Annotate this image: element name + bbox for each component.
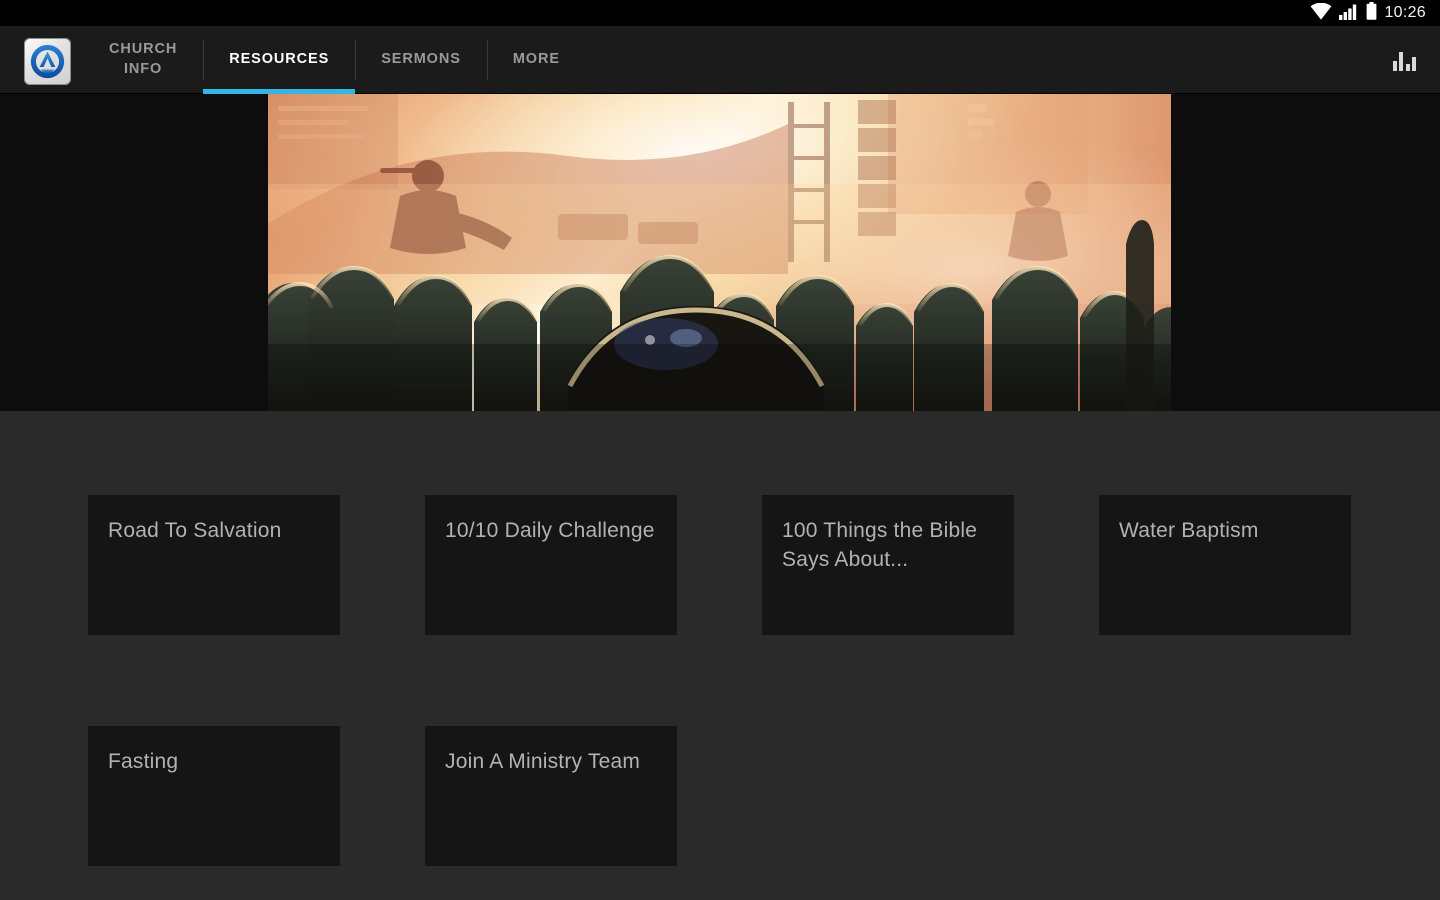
tab-sermons-label: SERMONS xyxy=(381,51,461,68)
status-bar-clock: 10:26 xyxy=(1384,4,1426,21)
tab-church-info[interactable]: CHURCH INFO xyxy=(83,26,203,94)
resource-tile-title: Water Baptism xyxy=(1119,519,1259,542)
hero-image[interactable] xyxy=(268,94,1171,411)
resources-grid: Road To Salvation 10/10 Daily Challenge … xyxy=(88,495,1351,866)
tab-more[interactable]: MORE xyxy=(486,26,586,94)
action-bar-actions xyxy=(1392,26,1440,94)
action-bar: CHURCH INFO RESOURCES SERMONS MORE xyxy=(0,26,1440,94)
resource-tile-join-a-ministry-team[interactable]: Join A Ministry Team xyxy=(425,726,677,866)
bar-chart-icon[interactable] xyxy=(1392,50,1416,71)
app-logo-icon[interactable] xyxy=(24,38,71,85)
tab-church-info-line1: CHURCH xyxy=(109,41,178,58)
resource-tile-road-to-salvation[interactable]: Road To Salvation xyxy=(88,495,340,635)
wifi-icon xyxy=(1310,2,1332,25)
hero-band xyxy=(0,94,1440,411)
status-bar: 10:26 xyxy=(0,0,1440,26)
battery-icon xyxy=(1366,1,1377,25)
tab-more-label: MORE xyxy=(512,51,560,68)
resources-content: Road To Salvation 10/10 Daily Challenge … xyxy=(0,411,1440,900)
tab-bar: CHURCH INFO RESOURCES SERMONS MORE xyxy=(83,26,586,94)
resource-tile-title: 100 Things the Bible Says About... xyxy=(782,519,978,571)
resource-tile-fasting[interactable]: Fasting xyxy=(88,726,340,866)
cellular-signal-icon xyxy=(1339,3,1359,25)
resource-tile-10-10-daily-challenge[interactable]: 10/10 Daily Challenge xyxy=(425,495,677,635)
resource-tile-water-baptism[interactable]: Water Baptism xyxy=(1099,495,1351,635)
resource-tile-title: Road To Salvation xyxy=(108,519,282,542)
tab-resources-label: RESOURCES xyxy=(229,51,330,68)
resource-tile-title: Join A Ministry Team xyxy=(445,750,641,773)
tab-sermons[interactable]: SERMONS xyxy=(355,26,487,94)
resource-tile-100-things-the-bible-says-about[interactable]: 100 Things the Bible Says About... xyxy=(762,495,1014,635)
resource-tile-title: 10/10 Daily Challenge xyxy=(445,519,655,542)
resource-tile-title: Fasting xyxy=(108,750,179,773)
status-bar-icons xyxy=(1310,1,1377,25)
tab-resources[interactable]: RESOURCES xyxy=(203,26,356,94)
tab-church-info-line2: INFO xyxy=(123,61,163,77)
